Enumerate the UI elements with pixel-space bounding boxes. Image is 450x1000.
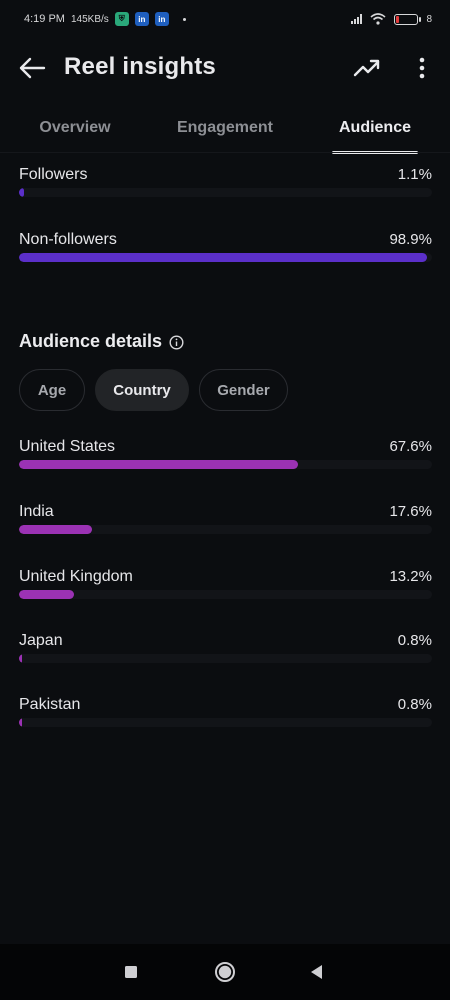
linkedin-notification-icon-2: in [154,12,169,26]
arrow-left-icon [19,57,46,79]
non-followers-row: Non-followers 98.9% [19,231,432,281]
country-row-united-states: United States 67.6% [19,438,432,488]
linkedin-notification-icon: in [134,12,149,26]
progress-fill [19,654,23,663]
screen: 4:19 PM 145KB/s ⛨ in in 8 Reel insights … [0,0,450,1000]
tab-audience[interactable]: Audience [332,104,418,152]
more-notifications-dot [182,17,186,21]
progress-fill [19,590,74,599]
followers-row: Followers 1.1% [19,166,432,216]
battery-icon [394,13,422,25]
progress-track [19,188,432,197]
country-label: India [19,503,54,520]
status-time: 4:19 PM [24,13,65,25]
app-header: Reel insights [0,40,450,96]
triangle-back-icon [311,965,322,979]
status-left: 4:19 PM 145KB/s ⛨ in in [24,12,186,26]
tabs-divider [0,152,450,153]
country-label: United Kingdom [19,568,133,585]
chip-gender[interactable]: Gender [199,369,288,411]
audience-details-title: Audience details [19,331,163,351]
progress-fill [19,718,23,727]
metric-value: 1.1% [397,166,432,183]
more-options-button[interactable] [408,52,436,84]
metric-label: Non-followers [19,231,117,248]
country-label: Pakistan [19,696,81,713]
country-value: 0.8% [397,696,432,713]
country-row-pakistan: Pakistan 0.8% [19,696,432,746]
status-bar: 4:19 PM 145KB/s ⛨ in in 8 [0,0,450,38]
signal-icon [351,14,363,24]
system-nav-bar [0,944,450,1000]
page-title: Reel insights [64,53,216,80]
recents-button[interactable] [117,958,145,986]
info-icon [168,334,184,350]
tab-engagement[interactable]: Engagement [158,104,292,152]
metric-value: 98.9% [389,231,432,248]
progress-fill [19,460,299,469]
square-recents-icon [125,966,137,978]
country-label: Japan [19,632,63,649]
system-back-button[interactable] [302,958,330,986]
back-button[interactable] [16,52,48,84]
progress-track [19,253,432,262]
progress-track [19,654,432,663]
progress-track [19,460,432,469]
status-net-speed: 145KB/s [70,13,109,25]
country-row-united-kingdom: United Kingdom 13.2% [19,568,432,618]
country-row-india: India 17.6% [19,503,432,553]
circle-home-icon [215,962,235,982]
insights-tabs: Overview Engagement Audience [0,104,450,154]
metric-label: Followers [19,166,88,183]
chip-country[interactable]: Country [95,369,189,411]
tab-overview[interactable]: Overview [20,104,130,152]
country-row-japan: Japan 0.8% [19,632,432,682]
country-value: 67.6% [389,438,432,455]
info-button[interactable] [168,334,184,350]
progress-track [19,590,432,599]
home-button[interactable] [211,958,239,986]
shield-notification-icon: ⛨ [114,12,129,26]
trends-button[interactable] [350,52,384,84]
country-label: United States [19,438,116,455]
country-value: 17.6% [389,503,432,520]
progress-track [19,718,432,727]
country-value: 0.8% [397,632,432,649]
status-right: 8 [351,13,432,25]
wifi-icon [370,13,386,25]
country-value: 13.2% [389,568,432,585]
progress-fill [19,525,92,534]
trending-up-icon [353,59,380,77]
progress-fill [19,253,428,262]
progress-fill [19,188,24,197]
battery-level: 8 [426,13,432,25]
more-vertical-icon [419,57,425,79]
chip-age[interactable]: Age [19,369,85,411]
progress-track [19,525,432,534]
